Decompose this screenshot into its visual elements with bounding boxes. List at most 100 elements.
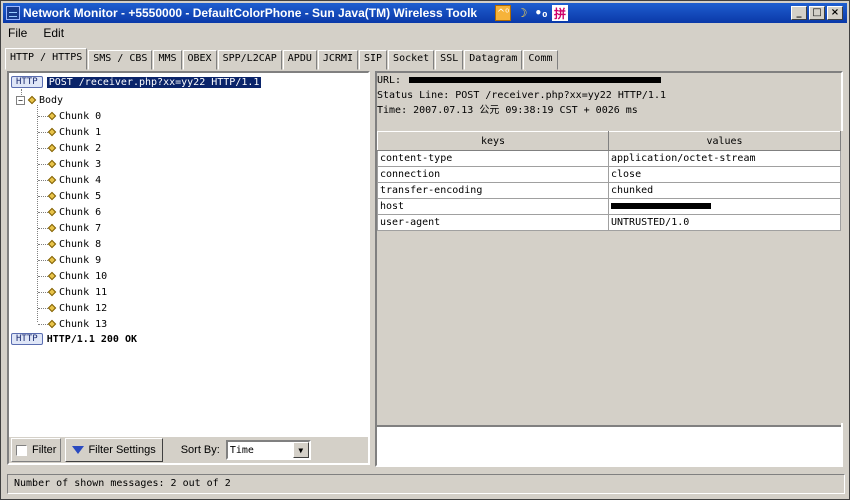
diamond-icon <box>47 223 57 233</box>
pinyin-icon[interactable]: 拼 <box>552 5 568 21</box>
moon-icon[interactable]: ☽ <box>514 5 530 21</box>
sort-value: Time <box>229 444 254 456</box>
tree-node-chunk[interactable]: Chunk 8 <box>47 237 102 251</box>
header-key: content-type <box>377 150 609 167</box>
tree-node-chunk[interactable]: Chunk 4 <box>47 173 102 187</box>
menu-file[interactable]: File <box>5 25 30 43</box>
filter-toggle[interactable]: Filter <box>11 438 62 462</box>
app-icon <box>6 6 20 20</box>
tree-node-chunk[interactable]: Chunk 1 <box>47 125 102 139</box>
table-row[interactable]: content-type application/octet-stream <box>377 150 841 167</box>
status-bar: Number of shown messages: 2 out of 2 <box>7 474 845 494</box>
tree-node-chunk[interactable]: Chunk 12 <box>47 301 108 315</box>
chunk-label: Chunk 12 <box>59 302 108 314</box>
menu-bar: File Edit <box>5 25 67 43</box>
table-row[interactable]: connection close <box>377 166 841 183</box>
tab-datagram[interactable]: Datagram <box>464 50 523 70</box>
window-title: Network Monitor - +5550000 - DefaultColo… <box>23 6 478 20</box>
url-row: URL: <box>377 73 841 88</box>
sort-by-label: Sort By: <box>180 444 220 456</box>
funnel-icon <box>72 446 85 454</box>
http-badge: HTTP <box>11 333 43 345</box>
sort-by-select[interactable]: Time ▼ <box>225 440 311 460</box>
tree-connector <box>38 116 48 117</box>
maximize-button[interactable]: □ <box>809 6 825 20</box>
chunk-label: Chunk 8 <box>59 238 102 250</box>
headers-table: keys values content-type application/oct… <box>377 131 841 231</box>
tree-node-body[interactable]: − Body <box>16 93 63 107</box>
diamond-icon <box>47 287 57 297</box>
diamond-icon <box>47 255 57 265</box>
header-key: user-agent <box>377 214 609 231</box>
time-line: Time: 2007.07.13 公元 09:38:19 CST + 0026 … <box>377 105 638 116</box>
tree-node-chunk[interactable]: Chunk 3 <box>47 157 102 171</box>
menu-edit[interactable]: Edit <box>40 25 67 43</box>
url-redaction <box>409 77 662 83</box>
request-label[interactable]: POST /receiver.php?xx=yy22 HTTP/1.1 <box>46 76 262 88</box>
tree-node-chunk[interactable]: Chunk 10 <box>47 269 107 283</box>
diamond-icon <box>47 271 57 281</box>
table-row[interactable]: host <box>377 198 841 215</box>
filter-settings-button[interactable]: Filter Settings <box>65 438 163 462</box>
chunk-label: Chunk 6 <box>59 206 102 218</box>
diamond-icon <box>47 207 57 217</box>
diamond-icon <box>47 191 57 201</box>
tab-http-https[interactable]: HTTP / HTTPS <box>5 48 88 70</box>
header-value: application/octet-stream <box>608 150 841 167</box>
table-row[interactable]: transfer-encoding chunked <box>377 182 841 199</box>
diamond-icon <box>27 95 37 105</box>
header-value <box>608 198 841 215</box>
filter-checkbox[interactable] <box>16 444 27 456</box>
diamond-icon <box>47 143 57 153</box>
dropdown-arrow-icon[interactable]: ▼ <box>292 442 309 458</box>
table-row[interactable]: user-agent UNTRUSTED/1.0 <box>377 214 841 231</box>
tree-node-chunk[interactable]: Chunk 9 <box>47 253 101 267</box>
tab-comm[interactable]: Comm <box>523 50 558 70</box>
tree-node-chunk[interactable]: Chunk 7 <box>47 221 101 235</box>
tab-jcrmi[interactable]: JCRMI <box>317 50 358 70</box>
title-bar[interactable]: Network Monitor - +5550000 - DefaultColo… <box>3 3 847 23</box>
header-key: transfer-encoding <box>377 182 609 199</box>
protocol-tabs: HTTP / HTTPS SMS / CBS MMS OBEX SPP/L2CA… <box>5 48 559 70</box>
column-header-keys[interactable]: keys <box>377 131 609 151</box>
tab-obex[interactable]: OBEX <box>182 50 217 70</box>
collapse-icon[interactable]: − <box>16 95 25 105</box>
tree-node-response[interactable]: HTTP HTTP/1.1 200 OK <box>11 332 137 346</box>
punctuation-icon[interactable]: •₀ <box>533 5 549 21</box>
body-label: Body <box>39 94 64 106</box>
diamond-icon <box>47 239 57 249</box>
chunk-label: Chunk 13 <box>59 318 108 330</box>
tree-node-chunk[interactable]: Chunk 13 <box>47 317 108 331</box>
chunk-label: Chunk 3 <box>59 158 102 170</box>
tab-apdu[interactable]: APDU <box>282 50 317 70</box>
tab-mms[interactable]: MMS <box>153 50 182 70</box>
tree-node-chunk[interactable]: Chunk 11 <box>47 285 107 299</box>
body-preview-area[interactable] <box>377 425 841 465</box>
diamond-icon <box>47 175 57 185</box>
close-button[interactable]: × <box>827 6 843 20</box>
http-badge: HTTP <box>11 76 43 88</box>
tree-connector <box>38 132 48 133</box>
response-label[interactable]: HTTP/1.1 200 OK <box>47 334 137 345</box>
header-value: UNTRUSTED/1.0 <box>608 214 841 231</box>
tab-spp-l2cap[interactable]: SPP/L2CAP <box>217 50 282 70</box>
tree-node-chunk[interactable]: Chunk 2 <box>47 141 101 155</box>
tree-node-chunk[interactable]: Chunk 5 <box>47 189 101 203</box>
tree-connector <box>38 164 48 165</box>
tree-node-chunk[interactable]: Chunk 0 <box>47 109 101 123</box>
chunk-label: Chunk 4 <box>59 174 102 186</box>
tab-socket[interactable]: Socket <box>388 50 435 70</box>
tree-node-chunk[interactable]: Chunk 6 <box>47 205 102 219</box>
filter-toolbar: Filter Filter Settings Sort By: Time ▼ <box>9 437 368 463</box>
chunk-label: Chunk 1 <box>59 126 102 138</box>
filter-label: Filter <box>32 444 57 456</box>
ime-mode-icon[interactable]: ^⁰ <box>495 5 511 21</box>
tree-node-request[interactable]: HTTP POST /receiver.php?xx=yy22 HTTP/1.1 <box>11 75 262 89</box>
tree-connector <box>38 292 48 293</box>
tab-sip[interactable]: SIP <box>358 50 388 70</box>
minimize-button[interactable]: _ <box>791 6 807 20</box>
column-header-values[interactable]: values <box>608 131 841 151</box>
tab-sms-cbs[interactable]: SMS / CBS <box>88 50 153 70</box>
tab-ssl[interactable]: SSL <box>435 50 464 70</box>
message-tree[interactable]: HTTP POST /receiver.php?xx=yy22 HTTP/1.1… <box>9 73 368 435</box>
